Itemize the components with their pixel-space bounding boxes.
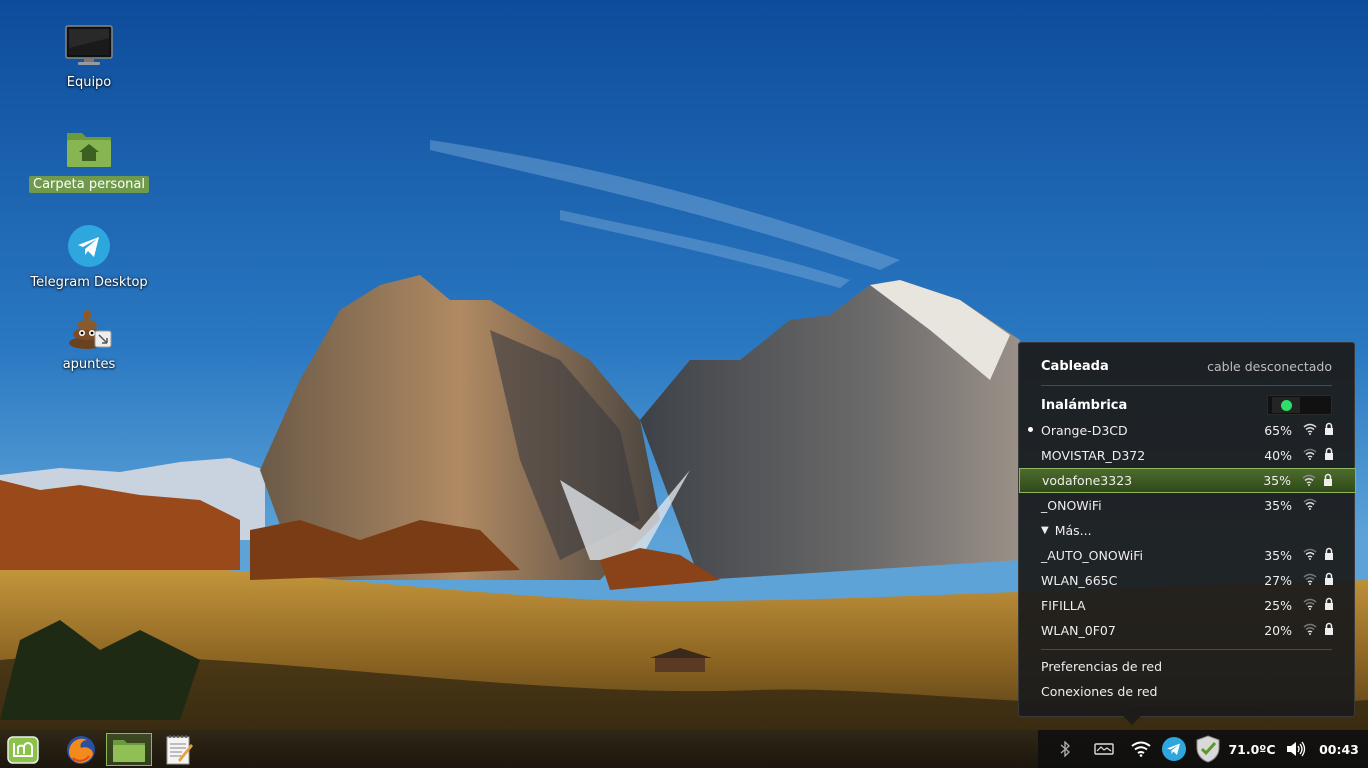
network-preferences-item[interactable]: Preferencias de red bbox=[1041, 659, 1162, 674]
desktop-icon-label: apuntes bbox=[62, 357, 116, 372]
connected-bullet-icon bbox=[1028, 427, 1033, 432]
temperature-readout[interactable]: 71.0ºC bbox=[1226, 730, 1278, 768]
network-ssid: WLAN_665C bbox=[1041, 573, 1118, 588]
network-item[interactable]: FIFILLA 25% bbox=[1019, 593, 1356, 618]
toggle-knob bbox=[1272, 397, 1300, 413]
network-item[interactable]: vodafone3323 35% bbox=[1019, 468, 1356, 493]
network-signal: 35% bbox=[1264, 548, 1292, 563]
removable-drive-applet[interactable] bbox=[1088, 730, 1120, 768]
volume-icon bbox=[1287, 741, 1306, 757]
lock-icon bbox=[1325, 547, 1333, 560]
wireless-title: Inalámbrica bbox=[1041, 397, 1128, 413]
wifi-signal-icon bbox=[1303, 623, 1317, 635]
network-item[interactable]: WLAN_0F07 20% bbox=[1019, 618, 1356, 643]
network-signal: 65% bbox=[1264, 423, 1292, 438]
expander-triangle-icon: ▼ bbox=[1041, 525, 1049, 536]
bluetooth-icon bbox=[1060, 741, 1070, 757]
menu-separator bbox=[1041, 649, 1332, 650]
network-signal: 20% bbox=[1264, 623, 1292, 638]
network-item[interactable]: _ONOWiFi 35% bbox=[1019, 493, 1356, 518]
network-ssid: MOVISTAR_D372 bbox=[1041, 448, 1146, 463]
network-ssid: Orange-D3CD bbox=[1041, 423, 1128, 438]
bottom-panel: 71.0ºC 00:43 bbox=[0, 730, 1368, 768]
desktop-icon-label: Carpeta personal bbox=[29, 176, 149, 193]
network-signal: 35% bbox=[1263, 473, 1291, 488]
lock-icon bbox=[1325, 572, 1333, 585]
network-ssid: _ONOWiFi bbox=[1041, 498, 1102, 513]
shield-check-icon bbox=[1196, 735, 1220, 763]
network-signal: 27% bbox=[1264, 573, 1292, 588]
network-ssid: _AUTO_ONOWiFi bbox=[1041, 548, 1144, 563]
lock-icon bbox=[1325, 622, 1333, 635]
sound-applet[interactable] bbox=[1282, 730, 1310, 768]
desktop-icon-apuntes[interactable]: apuntes bbox=[29, 304, 149, 373]
network-connections-item[interactable]: Conexiones de red bbox=[1041, 684, 1157, 699]
network-signal: 25% bbox=[1264, 598, 1292, 613]
network-signal: 35% bbox=[1264, 498, 1292, 513]
desktop-icon-label: Telegram Desktop bbox=[30, 275, 148, 290]
desktop-icon-home-folder[interactable]: Carpeta personal bbox=[29, 124, 149, 193]
telegram-icon bbox=[63, 222, 115, 270]
desktop-icon-telegram[interactable]: Telegram Desktop bbox=[29, 222, 149, 291]
telegram-tray-applet[interactable] bbox=[1158, 730, 1190, 768]
network-ssid: WLAN_0F07 bbox=[1041, 623, 1116, 638]
computer-monitor-icon bbox=[63, 22, 115, 70]
wifi-signal-icon bbox=[1303, 548, 1317, 560]
wifi-signal-icon bbox=[1303, 573, 1317, 585]
poop-emoji-icon bbox=[63, 304, 115, 352]
network-applet-menu: Cableada cable desconectado Inalámbrica … bbox=[1018, 342, 1356, 725]
network-signal: 40% bbox=[1264, 448, 1292, 463]
home-folder-icon bbox=[63, 124, 115, 172]
lock-icon bbox=[1324, 473, 1332, 486]
desktop-icon-label: Equipo bbox=[66, 75, 112, 90]
wireless-section-header: Inalámbrica bbox=[1041, 395, 1332, 415]
toggle-on-indicator bbox=[1280, 399, 1292, 411]
wired-status: cable desconectado bbox=[1207, 359, 1332, 374]
wifi-icon bbox=[1131, 741, 1151, 757]
menu-separator bbox=[1041, 385, 1332, 386]
more-networks-expander[interactable]: ▼ Más... bbox=[1041, 523, 1092, 538]
network-ssid: vodafone3323 bbox=[1042, 473, 1133, 488]
mint-menu-icon bbox=[7, 735, 39, 764]
more-label: Más... bbox=[1054, 523, 1092, 538]
network-item[interactable]: MOVISTAR_D372 40% bbox=[1019, 443, 1356, 468]
lock-icon bbox=[1325, 447, 1333, 460]
wireless-toggle-switch[interactable] bbox=[1267, 395, 1332, 415]
wired-section-header[interactable]: Cableada cable desconectado bbox=[1041, 359, 1332, 374]
files-icon bbox=[113, 739, 145, 762]
firefox-icon bbox=[67, 735, 95, 764]
text-editor-launcher[interactable] bbox=[156, 733, 202, 766]
lock-icon bbox=[1325, 597, 1333, 610]
drive-icon bbox=[1094, 743, 1114, 755]
firefox-launcher[interactable] bbox=[58, 733, 104, 766]
network-item[interactable]: Orange-D3CD 65% bbox=[1019, 418, 1356, 443]
network-item[interactable]: WLAN_665C 27% bbox=[1019, 568, 1356, 593]
wired-title: Cableada bbox=[1041, 359, 1109, 374]
update-manager-applet[interactable] bbox=[1192, 730, 1224, 768]
wifi-signal-icon bbox=[1303, 448, 1317, 460]
files-launcher[interactable] bbox=[106, 733, 152, 766]
mint-menu-button[interactable] bbox=[0, 733, 46, 766]
text-editor-icon bbox=[166, 734, 193, 764]
network-applet[interactable] bbox=[1126, 730, 1156, 768]
wifi-signal-icon bbox=[1303, 423, 1317, 435]
wifi-signal-icon bbox=[1302, 474, 1316, 486]
bluetooth-applet[interactable] bbox=[1050, 730, 1080, 768]
wifi-signal-icon bbox=[1303, 598, 1317, 610]
desktop-icon-computer[interactable]: Equipo bbox=[29, 22, 149, 91]
network-ssid: FIFILLA bbox=[1041, 598, 1086, 613]
lock-icon bbox=[1325, 422, 1333, 435]
network-item[interactable]: _AUTO_ONOWiFi 35% bbox=[1019, 543, 1356, 568]
system-tray: 71.0ºC 00:43 bbox=[1038, 730, 1368, 768]
clock[interactable]: 00:43 bbox=[1314, 730, 1364, 768]
wifi-signal-icon bbox=[1303, 498, 1317, 510]
telegram-tray-icon bbox=[1162, 737, 1186, 761]
